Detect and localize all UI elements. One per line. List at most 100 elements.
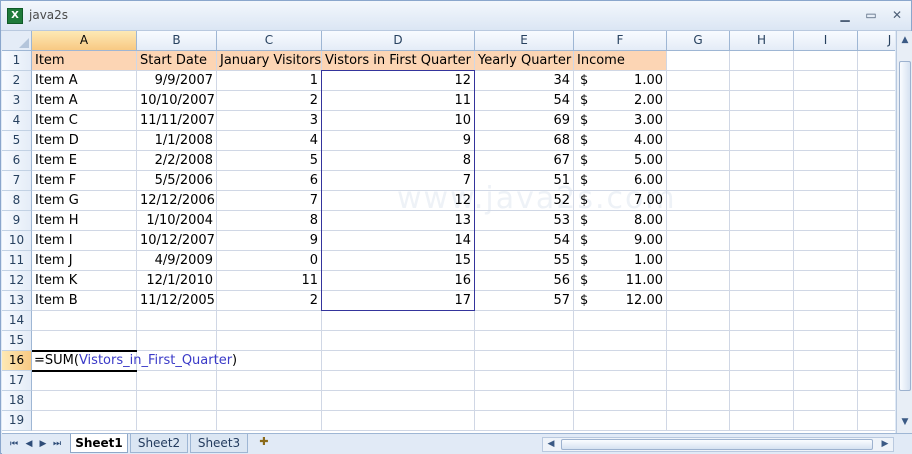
cell-d11[interactable]: 15 <box>322 251 475 271</box>
cell-f6[interactable]: $5.00 <box>574 151 667 171</box>
cell-c3[interactable]: 2 <box>217 91 322 111</box>
cell-a19[interactable] <box>32 411 137 431</box>
cell-j17[interactable] <box>858 371 895 391</box>
cell-i13[interactable] <box>794 291 858 311</box>
cell-c8[interactable]: 7 <box>217 191 322 211</box>
active-cell-formula[interactable]: =SUM(Vistors_in_First_Quarter) <box>34 351 237 371</box>
cell-d5[interactable]: 9 <box>322 131 475 151</box>
vertical-scrollbar[interactable]: ▲ ▼ <box>896 31 912 433</box>
cell-h16[interactable] <box>730 351 794 371</box>
cell-j19[interactable] <box>858 411 895 431</box>
cell-h3[interactable] <box>730 91 794 111</box>
cell-b13[interactable]: 11/12/2005 <box>137 291 217 311</box>
cell-j11[interactable] <box>858 251 895 271</box>
cell-j16[interactable] <box>858 351 895 371</box>
cell-i10[interactable] <box>794 231 858 251</box>
cell-g1[interactable] <box>667 51 730 71</box>
cell-a15[interactable] <box>32 331 137 351</box>
cell-b2[interactable]: 9/9/2007 <box>137 71 217 91</box>
cell-c19[interactable] <box>217 411 322 431</box>
cell-g2[interactable] <box>667 71 730 91</box>
cell-f14[interactable] <box>574 311 667 331</box>
cell-c4[interactable]: 3 <box>217 111 322 131</box>
cell-i18[interactable] <box>794 391 858 411</box>
row-header-8[interactable]: 8 <box>2 191 32 211</box>
cell-i14[interactable] <box>794 311 858 331</box>
cell-e19[interactable] <box>475 411 574 431</box>
cell-h6[interactable] <box>730 151 794 171</box>
cell-i2[interactable] <box>794 71 858 91</box>
horizontal-scrollbar[interactable]: ◀ ▶ <box>542 437 894 452</box>
row-header-17[interactable]: 17 <box>2 371 32 391</box>
row-header-7[interactable]: 7 <box>2 171 32 191</box>
column-header-g[interactable]: G <box>667 31 730 51</box>
row-header-4[interactable]: 4 <box>2 111 32 131</box>
row-header-6[interactable]: 6 <box>2 151 32 171</box>
cell-c10[interactable]: 9 <box>217 231 322 251</box>
cell-g13[interactable] <box>667 291 730 311</box>
cell-a13[interactable]: Item B <box>32 291 137 311</box>
cell-g9[interactable] <box>667 211 730 231</box>
cell-h9[interactable] <box>730 211 794 231</box>
cell-f5[interactable]: $4.00 <box>574 131 667 151</box>
cell-e7[interactable]: 51 <box>475 171 574 191</box>
cell-h5[interactable] <box>730 131 794 151</box>
cell-h10[interactable] <box>730 231 794 251</box>
cell-b15[interactable] <box>137 331 217 351</box>
cell-i11[interactable] <box>794 251 858 271</box>
cell-a12[interactable]: Item K <box>32 271 137 291</box>
cell-g17[interactable] <box>667 371 730 391</box>
cell-a8[interactable]: Item G <box>32 191 137 211</box>
cell-c14[interactable] <box>217 311 322 331</box>
worksheet-grid[interactable]: www.java2s.com A B C D E F G H I J 1 Item Start Date… <box>2 31 895 433</box>
tab-sheet3[interactable]: Sheet3 <box>190 434 248 453</box>
cell-c5[interactable]: 4 <box>217 131 322 151</box>
cell-j15[interactable] <box>858 331 895 351</box>
cell-f1[interactable]: Income <box>574 51 667 71</box>
cell-f10[interactable]: $9.00 <box>574 231 667 251</box>
cell-h13[interactable] <box>730 291 794 311</box>
row-header-15[interactable]: 15 <box>2 331 32 351</box>
cell-d15[interactable] <box>322 331 475 351</box>
cell-b18[interactable] <box>137 391 217 411</box>
cell-e14[interactable] <box>475 311 574 331</box>
cell-c7[interactable]: 6 <box>217 171 322 191</box>
cell-d6[interactable]: 8 <box>322 151 475 171</box>
cell-f4[interactable]: $3.00 <box>574 111 667 131</box>
cell-a1[interactable]: Item <box>32 51 137 71</box>
cell-c6[interactable]: 5 <box>217 151 322 171</box>
cell-g12[interactable] <box>667 271 730 291</box>
next-sheet-nav-icon[interactable]: ▶ <box>37 437 49 451</box>
cell-g3[interactable] <box>667 91 730 111</box>
select-all-corner[interactable] <box>2 31 32 51</box>
insert-sheet-icon[interactable]: ✚ <box>252 435 276 452</box>
row-header-14[interactable]: 14 <box>2 311 32 331</box>
cell-b17[interactable] <box>137 371 217 391</box>
cell-e8[interactable]: 52 <box>475 191 574 211</box>
vertical-scroll-thumb[interactable] <box>899 61 911 391</box>
cell-g16[interactable] <box>667 351 730 371</box>
cell-f19[interactable] <box>574 411 667 431</box>
column-header-c[interactable]: C <box>217 31 322 51</box>
cell-j10[interactable] <box>858 231 895 251</box>
cell-b6[interactable]: 2/2/2008 <box>137 151 217 171</box>
cell-j5[interactable] <box>858 131 895 151</box>
scroll-right-arrow-icon[interactable]: ▶ <box>878 438 892 451</box>
cell-f8[interactable]: $7.00 <box>574 191 667 211</box>
column-header-d[interactable]: D <box>322 31 475 51</box>
last-sheet-nav-icon[interactable]: ⏭ <box>51 437 63 451</box>
cell-a4[interactable]: Item C <box>32 111 137 131</box>
cell-e1[interactable]: Yearly Quarter <box>475 51 574 71</box>
close-button[interactable]: ✕ <box>886 6 908 24</box>
cell-j2[interactable] <box>858 71 895 91</box>
cell-e12[interactable]: 56 <box>475 271 574 291</box>
cell-b8[interactable]: 12/12/2006 <box>137 191 217 211</box>
minimize-button[interactable]: ▁ <box>834 6 856 24</box>
cell-e2[interactable]: 34 <box>475 71 574 91</box>
cell-f13[interactable]: $12.00 <box>574 291 667 311</box>
cell-g7[interactable] <box>667 171 730 191</box>
cell-a17[interactable] <box>32 371 137 391</box>
cell-i4[interactable] <box>794 111 858 131</box>
cell-i17[interactable] <box>794 371 858 391</box>
cell-h14[interactable] <box>730 311 794 331</box>
